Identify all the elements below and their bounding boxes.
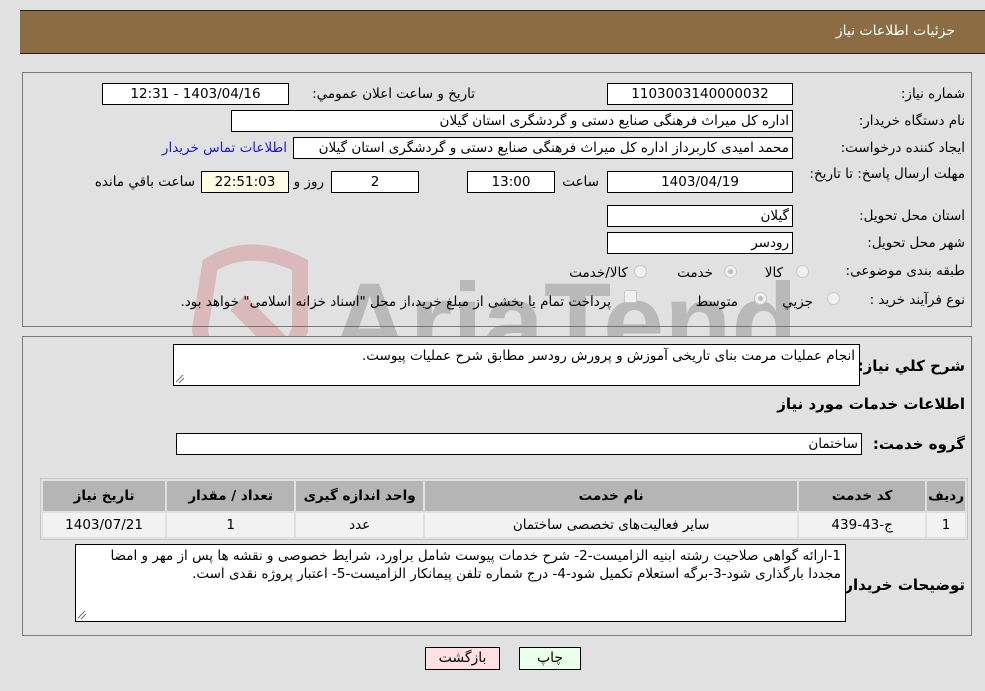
table-header-row: ردیف کد خدمت نام خدمت واحد اندازه گیری ت… xyxy=(43,481,965,511)
print-button[interactable]: چاپ xyxy=(519,647,581,670)
city-label: شهر محل تحویل: xyxy=(867,235,965,251)
treasury-note: پرداخت تمام یا بخشی از مبلغ خرید،از محل … xyxy=(180,294,611,310)
process-option-minor: جزيي xyxy=(782,294,813,310)
category-option-goods-service: کالا/خدمت xyxy=(569,265,628,281)
creator-label: ایجاد کننده درخواست: xyxy=(840,140,965,156)
category-label: طبقه بندی موضوعی: xyxy=(845,263,965,279)
cell-quantity: 1 xyxy=(167,513,295,537)
buyer-notes-textarea[interactable]: 1-ارائه گواهی صلاحیت رشته ابنیه الزامیست… xyxy=(75,544,846,622)
process-radio-minor[interactable] xyxy=(827,292,840,305)
service-group-label: گروه خدمت: xyxy=(872,435,965,453)
resize-grip-icon[interactable] xyxy=(78,611,86,619)
services-section-title: اطلاعات خدمات مورد نیاز xyxy=(777,395,965,413)
category-option-service: خدمت xyxy=(677,265,713,281)
table-row: 1 ج-43-439 سایر فعالیت‌های تخصصی ساختمان… xyxy=(43,513,965,537)
cell-service-code: ج-43-439 xyxy=(799,513,926,537)
announce-field: 1403/04/16 - 12:31 xyxy=(102,83,289,105)
days-label: روز و xyxy=(293,174,324,190)
days-remaining-field: 2 xyxy=(331,171,419,193)
buyer-org-label: نام دستگاه خریدار: xyxy=(858,113,965,129)
buyer-contact-link[interactable]: اطلاعات تماس خریدار xyxy=(162,140,287,156)
buyer-org-field: اداره کل میراث فرهنگی صنایع دستی و گردشگ… xyxy=(231,110,793,132)
col-service-code: کد خدمت xyxy=(799,481,926,511)
col-service-name: نام خدمت xyxy=(425,481,798,511)
remaining-time-label: ساعت باقي مانده xyxy=(94,174,195,190)
province-field: گیلان xyxy=(607,205,793,227)
deadline-date-field: 1403/04/19 xyxy=(607,171,793,193)
cell-unit: عدد xyxy=(296,513,424,537)
col-quantity: تعداد / مقدار xyxy=(167,481,295,511)
cell-service-name: سایر فعالیت‌های تخصصی ساختمان xyxy=(425,513,798,537)
page-title: جزئیات اطلاعات نیاز xyxy=(835,23,955,39)
buyer-notes-label: توضیحات خریدار: xyxy=(838,576,965,594)
description-label: شرح کلي نیاز: xyxy=(857,357,965,375)
remaining-time-field: 22:51:03 xyxy=(201,171,289,193)
province-label: استان محل تحویل: xyxy=(859,208,965,224)
need-number-field: 1103003140000032 xyxy=(607,83,793,105)
process-option-medium: متوسط xyxy=(695,294,738,310)
category-radio-goods-service[interactable] xyxy=(634,265,647,278)
need-number-label: شماره نیاز: xyxy=(900,86,965,102)
creator-field: محمد امیدی کاربرداز اداره کل میراث فرهنگ… xyxy=(293,137,793,159)
city-field: رودسر xyxy=(607,232,793,254)
col-need-date: تاریخ نیاز xyxy=(43,481,166,511)
cell-row-number: 1 xyxy=(927,513,965,537)
back-button[interactable]: بازگشت xyxy=(425,647,500,670)
deadline-time-label: ساعت xyxy=(562,174,599,190)
process-label: نوع فرآیند خرید : xyxy=(869,292,965,308)
category-radio-service[interactable] xyxy=(724,265,737,278)
category-option-goods: کالا xyxy=(764,265,783,281)
col-unit: واحد اندازه گیری xyxy=(296,481,424,511)
category-radio-goods[interactable] xyxy=(796,265,809,278)
buyer-notes-text: 1-ارائه گواهی صلاحیت رشته ابنیه الزامیست… xyxy=(110,548,841,582)
treasury-checkbox[interactable] xyxy=(624,290,637,303)
resize-grip-icon[interactable] xyxy=(176,375,184,383)
page-header: جزئیات اطلاعات نیاز xyxy=(20,10,985,54)
deadline-label: مهلت ارسال پاسخ: تا تاریخ: xyxy=(809,166,965,182)
deadline-time-field: 13:00 xyxy=(467,171,555,193)
description-textarea[interactable]: انجام عملیات مرمت بنای تاریخی آموزش و پر… xyxy=(173,344,860,386)
description-text: انجام عملیات مرمت بنای تاریخی آموزش و پر… xyxy=(361,348,855,364)
announce-label: تاریخ و ساعت اعلان عمومي: xyxy=(312,86,475,102)
service-group-field: ساختمان xyxy=(176,433,862,455)
cell-need-date: 1403/07/21 xyxy=(43,513,166,537)
process-radio-medium[interactable] xyxy=(754,292,767,305)
col-row-number: ردیف xyxy=(927,481,965,511)
services-table: ردیف کد خدمت نام خدمت واحد اندازه گیری ت… xyxy=(40,478,968,540)
